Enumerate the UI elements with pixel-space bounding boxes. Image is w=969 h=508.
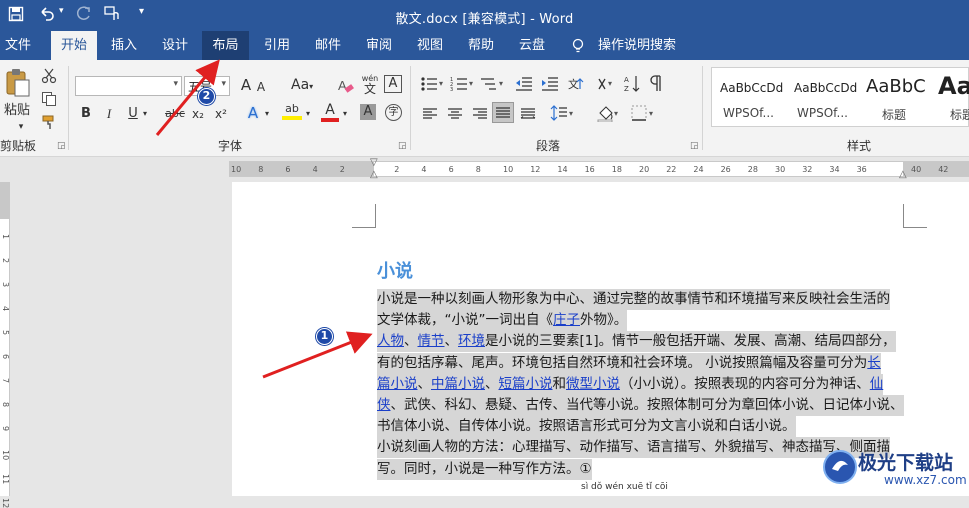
annotation-badge-1: 1: [316, 328, 333, 345]
watermark-logo-icon: [823, 450, 857, 484]
annotation-arrow-1: [262, 331, 373, 379]
vruler-tick: 12: [1, 498, 10, 508]
annotation-arrows: [155, 59, 373, 379]
annotation-badge-2: 2: [198, 88, 215, 105]
watermark: 极光下载站 www.xz7.com: [800, 448, 969, 496]
watermark-name: 极光下载站: [858, 452, 954, 474]
watermark-url: www.xz7.com: [884, 473, 967, 487]
